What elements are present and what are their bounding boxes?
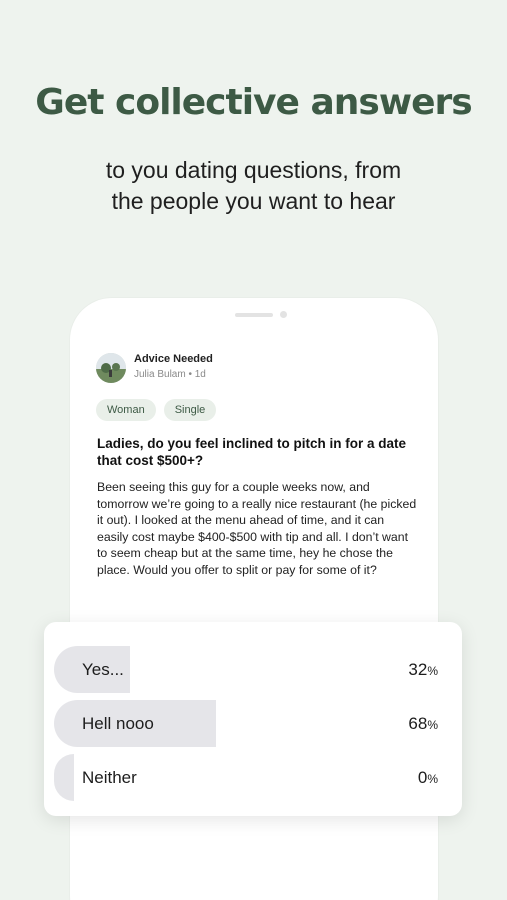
poll-option-label: Yes...	[82, 660, 124, 679]
tag-single[interactable]: Single	[163, 399, 217, 421]
poll-option-label: Hell nooo	[82, 714, 154, 733]
poll-option-percent: 68%	[408, 714, 438, 734]
poll-option-yes[interactable]: Yes... 32%	[54, 646, 452, 693]
phone-speaker	[235, 313, 273, 317]
hero-title: Get collective answers	[35, 82, 472, 123]
avatar[interactable]	[96, 353, 126, 383]
poll-option-percent: 32%	[408, 660, 438, 680]
poll-percent-unit: %	[427, 718, 438, 732]
hero-subtitle-line-2: the people you want to hear	[111, 188, 396, 214]
poll-percent-value: 68	[408, 714, 428, 733]
hero-subtitle: to you dating questions, from the people…	[0, 155, 507, 217]
poll-option-label: Neither	[82, 768, 137, 787]
poll-option-neither[interactable]: Neither 0%	[54, 754, 452, 801]
post-body: Been seeing this guy for a couple weeks …	[97, 480, 417, 577]
avatar-image	[96, 353, 126, 383]
poll-percent-unit: %	[427, 772, 438, 786]
poll-option-neither-bar	[54, 754, 74, 801]
poll-option-percent: 0%	[418, 768, 438, 788]
poll-option-hell-nooo[interactable]: Hell nooo 68%	[54, 700, 452, 747]
poll-percent-value: 32	[408, 660, 428, 679]
phone-camera	[280, 311, 287, 318]
post-question[interactable]: Ladies, do you feel inclined to pitch in…	[97, 435, 417, 469]
hero-subtitle-line-1: to you dating questions, from	[105, 157, 402, 183]
poll-card: Yes... 32% Hell nooo 68% Neither 0%	[44, 622, 462, 816]
post-meta: Julia Bulam • 1d	[134, 369, 206, 380]
poll-percent-unit: %	[427, 664, 438, 678]
poll-percent-value: 0	[417, 768, 428, 787]
tag-woman[interactable]: Woman	[96, 399, 156, 421]
post-tags: Woman Single	[96, 399, 217, 421]
post-category: Advice Needed	[134, 353, 213, 365]
